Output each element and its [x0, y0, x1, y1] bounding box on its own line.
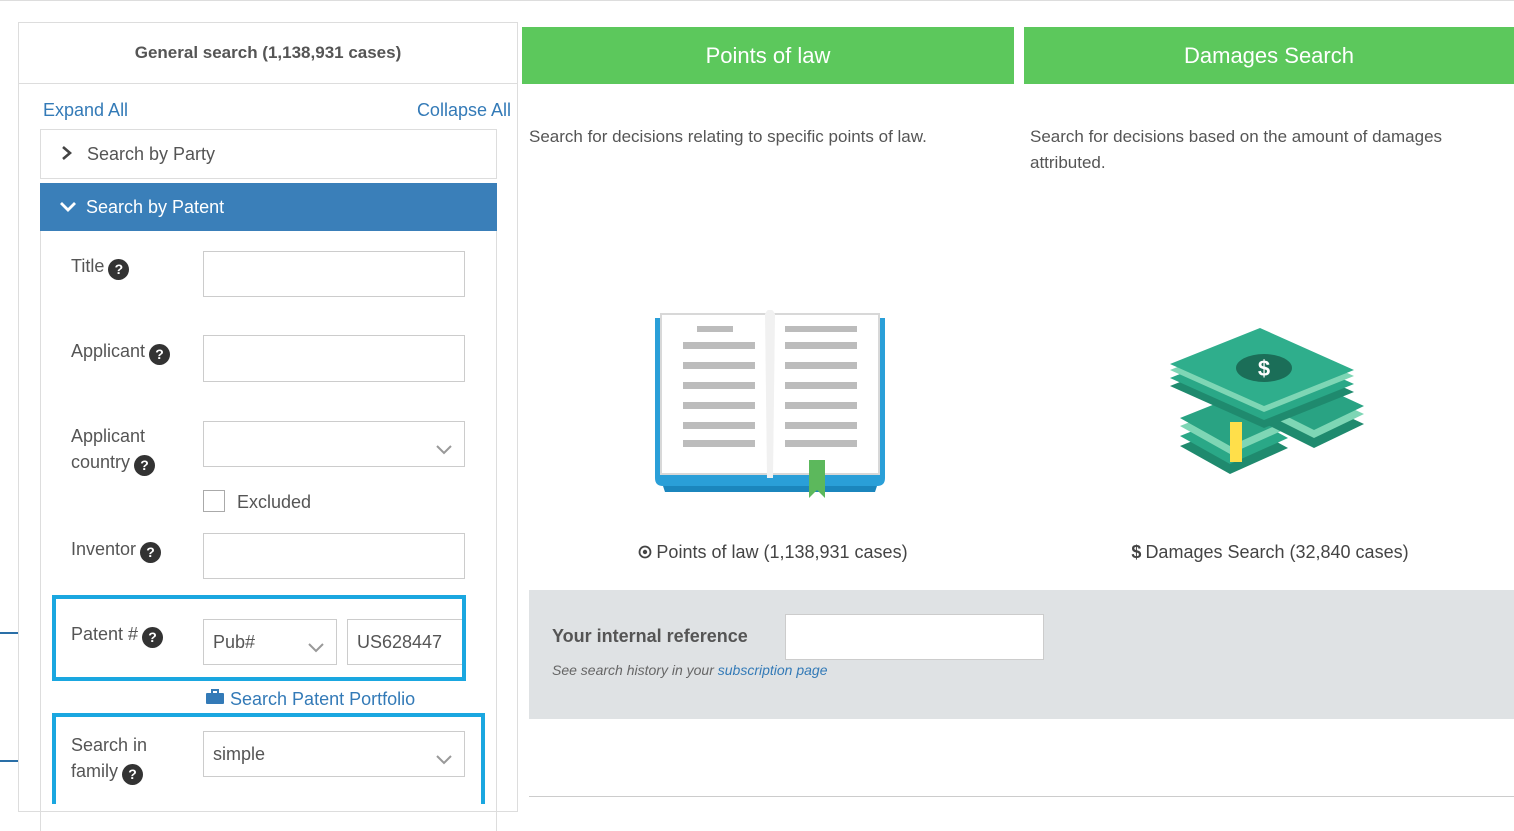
subscription-page-link[interactable]: subscription page [718, 662, 828, 678]
dollar-glyph: $ [1258, 356, 1270, 381]
applicant-input[interactable] [203, 335, 465, 382]
internal-reference-input[interactable] [785, 614, 1044, 660]
briefcase-icon [206, 689, 224, 704]
bottom-divider [529, 796, 1514, 797]
applicant-country-label: Applicant country? [71, 423, 156, 476]
accordion-search-by-patent[interactable]: Search by Patent [40, 183, 497, 231]
help-icon[interactable]: ? [140, 542, 162, 563]
chevron-down-icon [308, 637, 324, 658]
excluded-checkbox[interactable] [203, 490, 225, 512]
title-label: Title? [71, 253, 130, 280]
money-stack-icon: $ [1170, 326, 1370, 491]
inventor-label: Inventor? [71, 536, 162, 563]
title-input[interactable] [203, 251, 465, 297]
damages-description: Search for decisions based on the amount… [1030, 127, 1443, 172]
help-icon[interactable]: ? [122, 764, 144, 785]
help-icon[interactable]: ? [108, 259, 130, 280]
applicant-label: Applicant? [71, 338, 171, 365]
chevron-right-icon [61, 144, 77, 165]
tab-damages-search[interactable]: Damages Search [1024, 27, 1514, 84]
expand-collapse-row: Expand All Collapse All [19, 84, 517, 126]
search-in-family-label: Search in family? [71, 732, 147, 785]
chevron-down-icon [60, 197, 76, 218]
expand-all-link[interactable]: Expand All [43, 100, 128, 121]
points-of-law-description: Search for decisions relating to specifi… [529, 127, 927, 146]
help-icon[interactable]: ? [134, 455, 156, 476]
search-in-family-select[interactable]: simple [203, 731, 465, 777]
internal-reference-panel: Your internal reference See search histo… [529, 590, 1514, 719]
search-history-note: See search history in your subscription … [552, 662, 828, 678]
excluded-label: Excluded [237, 492, 312, 512]
chevron-down-icon [436, 439, 452, 460]
target-icon [638, 543, 652, 564]
patent-type-select[interactable]: Pub# [203, 619, 337, 665]
accordion-search-by-party[interactable]: Search by Party [40, 129, 497, 179]
accordion-label: Search by Patent [86, 196, 225, 217]
help-icon[interactable]: ? [142, 627, 164, 648]
open-book-icon [655, 309, 885, 505]
help-icon[interactable]: ? [149, 344, 171, 365]
tab-points-of-law[interactable]: Points of law [522, 27, 1014, 84]
dollar-icon: $ [1131, 542, 1142, 562]
inventor-input[interactable] [203, 533, 465, 579]
chevron-down-icon [436, 749, 452, 770]
damages-search-link[interactable]: $ Damages Search (32,840 cases) [1024, 542, 1514, 563]
points-of-law-link[interactable]: Points of law (1,138,931 cases) [529, 542, 1017, 564]
internal-reference-label: Your internal reference [552, 626, 748, 646]
search-patent-portfolio-link[interactable]: Search Patent Portfolio [205, 689, 415, 710]
patent-number-input[interactable]: US628447 [347, 619, 465, 665]
general-search-panel: General search (1,138,931 cases) Expand … [18, 22, 518, 831]
collapse-all-link[interactable]: Collapse All [417, 100, 511, 121]
applicant-country-select[interactable] [203, 421, 465, 467]
top-border [0, 0, 1514, 1]
panel-title: General search (1,138,931 cases) [19, 23, 517, 84]
patent-number-label: Patent #? [71, 621, 164, 648]
accordion-label: Search by Party [87, 143, 216, 164]
